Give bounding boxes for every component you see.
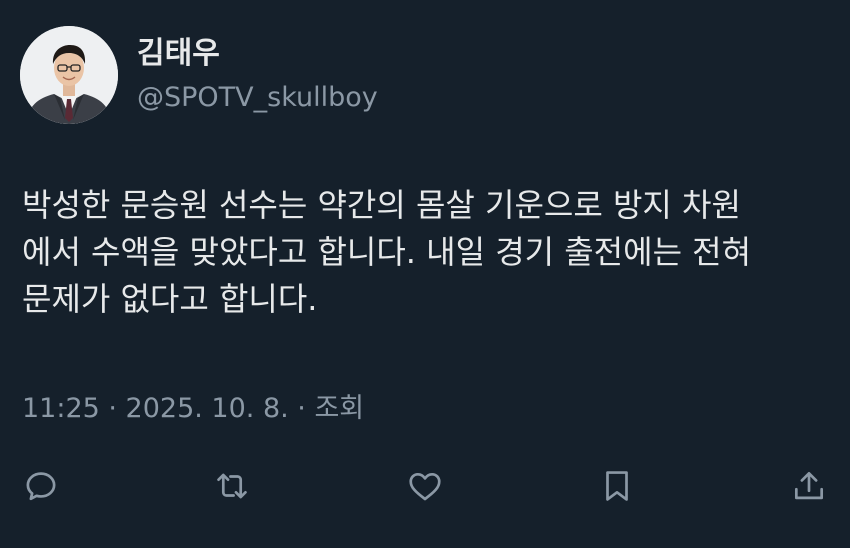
avatar[interactable] <box>20 26 118 124</box>
tweet-timestamp-views[interactable]: 11:25 · 2025. 10. 8. · 조회 <box>22 392 364 426</box>
tweet-text-line: 박성한 문승원 선수는 약간의 몸살 기운으로 방지 차원 <box>22 186 741 224</box>
share-icon <box>794 471 824 500</box>
bookmark-icon <box>606 471 628 501</box>
tweet-text: 박성한 문승원 선수는 약간의 몸살 기운으로 방지 차원 에서 수액을 맞았다… <box>22 182 832 323</box>
retweet-button[interactable] <box>210 464 254 508</box>
retweet-icon <box>217 473 247 499</box>
like-button[interactable] <box>403 464 447 508</box>
reply-icon <box>26 472 56 501</box>
heart-icon <box>409 472 441 501</box>
author-display-name[interactable]: 김태우 <box>137 36 220 72</box>
tweet-text-line: 문제가 없다고 합니다. <box>22 280 318 318</box>
bookmark-button[interactable] <box>595 464 639 508</box>
tweet-card: 김태우 @SPOTV_skullboy 박성한 문승원 선수는 약간의 몸살 기… <box>0 0 850 548</box>
author-handle[interactable]: @SPOTV_skullboy <box>137 81 378 115</box>
reply-button[interactable] <box>19 464 63 508</box>
tweet-text-line: 에서 수액을 맞았다고 합니다. 내일 경기 출전에는 전혀 <box>22 233 752 271</box>
share-button[interactable] <box>787 464 831 508</box>
avatar-image <box>20 26 118 124</box>
